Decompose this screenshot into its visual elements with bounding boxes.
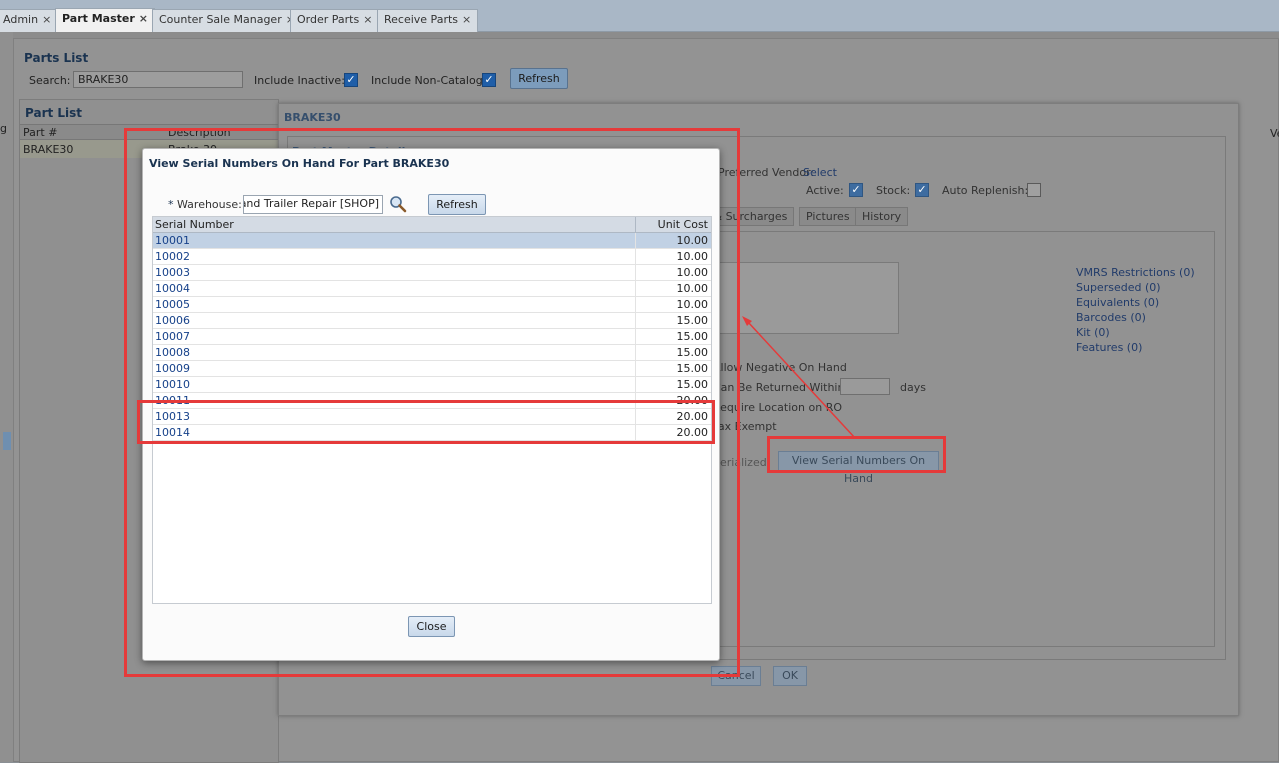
search-icon[interactable] [389,195,407,213]
column-header-serial-number[interactable]: Serial Number [155,218,234,231]
unit-cost-cell: 10.00 [676,298,709,311]
table-row[interactable]: 10005 10.00 [153,297,711,313]
cell-separator [635,249,636,265]
unit-cost-cell: 10.00 [676,266,709,279]
cell-separator [635,265,636,281]
table-row[interactable]: 10007 15.00 [153,329,711,345]
column-header-unit-cost[interactable]: Unit Cost [658,218,708,231]
table-row[interactable]: 10002 10.00 [153,249,711,265]
table-header: Serial Number Unit Cost [153,217,711,233]
unit-cost-cell: 10.00 [676,250,709,263]
cell-separator [635,377,636,393]
table-row[interactable]: 10008 15.00 [153,345,711,361]
unit-cost-cell: 10.00 [676,282,709,295]
cell-separator [635,281,636,297]
serial-number-cell: 10008 [155,346,190,359]
warehouse-value: ck and Trailer Repair [SHOP] [244,197,379,210]
serial-number-cell: 10004 [155,282,190,295]
table-row[interactable]: 10004 10.00 [153,281,711,297]
serial-number-cell: 10005 [155,298,190,311]
cell-separator [635,329,636,345]
warehouse-label-text: Warehouse: [177,198,242,211]
serial-number-cell: 10001 [155,234,190,247]
unit-cost-cell: 15.00 [676,330,709,343]
table-row[interactable]: 10006 15.00 [153,313,711,329]
cell-separator [635,297,636,313]
annotation-rows-box [137,400,715,444]
table-row[interactable]: 10003 10.00 [153,265,711,281]
cell-separator [635,233,636,249]
dialog-refresh-button[interactable]: Refresh [428,194,486,215]
unit-cost-cell: 15.00 [676,346,709,359]
unit-cost-cell: 10.00 [676,234,709,247]
unit-cost-cell: 15.00 [676,378,709,391]
unit-cost-cell: 15.00 [676,362,709,375]
dialog-title: View Serial Numbers On Hand For Part BRA… [149,157,450,170]
cell-separator [635,361,636,377]
warehouse-input[interactable]: ck and Trailer Repair [SHOP] [243,195,383,214]
unit-cost-cell: 15.00 [676,314,709,327]
table-row[interactable]: 10010 15.00 [153,377,711,393]
cell-separator [635,345,636,361]
serial-number-cell: 10010 [155,378,190,391]
column-separator[interactable] [635,217,636,233]
serial-number-cell: 10006 [155,314,190,327]
table-row[interactable]: 10009 15.00 [153,361,711,377]
cell-separator [635,313,636,329]
table-row[interactable]: 10001 10.00 [153,233,711,249]
annotation-button-box [767,436,946,473]
close-button[interactable]: Close [408,616,455,637]
serial-number-cell: 10003 [155,266,190,279]
required-marker: * [168,198,174,211]
serial-number-cell: 10002 [155,250,190,263]
serial-number-cell: 10009 [155,362,190,375]
serial-number-cell: 10007 [155,330,190,343]
warehouse-label: * Warehouse: [168,198,242,211]
